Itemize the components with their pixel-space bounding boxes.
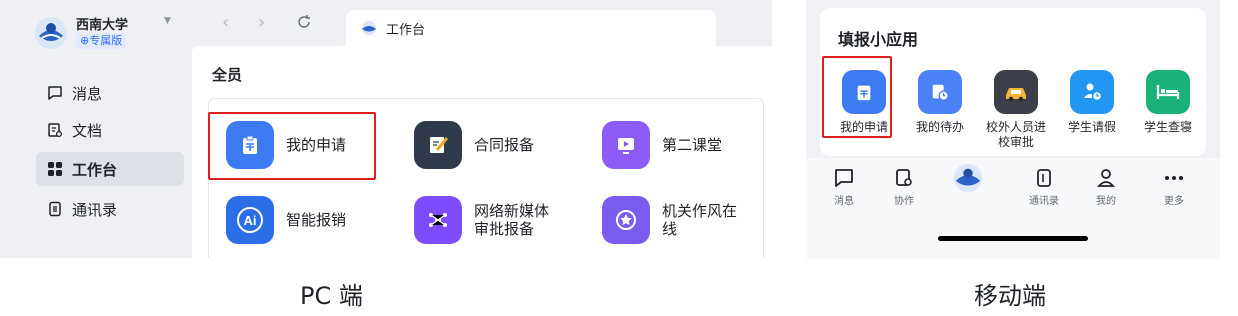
sidebar-item-messages[interactable]: 消息 [36, 76, 184, 110]
highlight-box [208, 112, 376, 180]
message-icon [46, 84, 64, 102]
sidebar-item-label: 文档 [72, 121, 103, 140]
m-tab-label: 更多 [1164, 196, 1184, 207]
person-icon [1076, 166, 1136, 190]
doc-icon [46, 121, 64, 139]
todo-clock-icon [918, 70, 962, 114]
contacts-icon [46, 200, 64, 218]
m-tab-contacts[interactable]: 通讯录 [1014, 166, 1074, 207]
app-label: 网络新媒体 审批报备 [474, 202, 549, 238]
sidebar-item-label: 通讯录 [72, 200, 118, 219]
highlight-box [822, 56, 892, 138]
m-tab-messages[interactable]: 消息 [814, 166, 874, 207]
app-label: 校外人员进 校审批 [978, 120, 1054, 150]
app-label-line: 线 [662, 220, 678, 238]
bed-icon [1146, 70, 1190, 114]
m-app-visitor-approval[interactable]: 校外人员进 校审批 [978, 70, 1054, 150]
m-tab-home[interactable] [938, 162, 998, 194]
sidebar-item-label: 工作台 [72, 160, 118, 179]
refresh-icon[interactable] [296, 14, 312, 34]
star-badge-icon [602, 196, 650, 244]
sidebar-item-label: 消息 [72, 84, 103, 103]
network-icon [414, 196, 462, 244]
org-logo-icon [35, 17, 67, 49]
logo-icon [938, 162, 998, 194]
app-label-line: 机关作风在 [662, 202, 738, 220]
app-second-classroom[interactable]: 第二课堂 [602, 121, 722, 169]
app-label: 学生查寝 [1143, 120, 1192, 134]
app-label: 我的待办 [915, 120, 964, 134]
m-tab-more[interactable]: 更多 [1144, 166, 1204, 207]
m-tab-me[interactable]: 我的 [1076, 166, 1136, 207]
pc-window: 西南大学 ⊕专属版 ▼ 消息 文档 工作台 通讯录 ‹ › 工作台 全员 我的申… [0, 0, 772, 258]
home-indicator [938, 236, 1088, 241]
m-app-dorm-check[interactable]: 学生查寝 [1130, 70, 1206, 135]
mobile-tab-bar: 消息 协作 通讯录 我的 更多 [806, 158, 1220, 258]
app-label-line: 审批报备 [474, 220, 535, 238]
m-app-my-todo[interactable]: 我的待办 [902, 70, 978, 135]
message-icon [814, 166, 874, 190]
m-tab-label: 消息 [834, 196, 854, 207]
org-name: 西南大学 [76, 18, 129, 33]
grid-icon [46, 160, 64, 178]
org-logo-icon [362, 21, 376, 35]
sidebar-item-docs[interactable]: 文档 [36, 113, 184, 147]
m-tab-label: 协作 [894, 196, 914, 207]
card-title: 填报小应用 [838, 30, 919, 49]
more-icon [1144, 166, 1204, 190]
sidebar: 西南大学 ⊕专属版 ▼ 消息 文档 工作台 通讯录 [0, 0, 192, 258]
app-label-line: 校外人员进 [985, 120, 1046, 134]
pen-icon [414, 121, 462, 169]
caption-pc: PC 端 [300, 282, 363, 310]
app-new-media-approval[interactable]: 网络新媒体 审批报备 [414, 196, 549, 244]
section-title: 全员 [212, 66, 243, 84]
app-label: 合同报备 [474, 136, 535, 154]
m-tab-label: 我的 [1096, 196, 1116, 207]
svg-text:Ai: Ai [244, 213, 257, 228]
person-clock-icon [1070, 70, 1114, 114]
sidebar-item-contacts[interactable]: 通讯录 [36, 192, 184, 226]
collab-icon [874, 166, 934, 190]
back-arrow-icon[interactable]: ‹ [222, 12, 229, 33]
app-label: 机关作风在 线 [662, 202, 737, 238]
sidebar-item-workbench[interactable]: 工作台 [36, 152, 184, 186]
chevron-down-icon: ▼ [164, 16, 171, 26]
app-conduct-online[interactable]: 机关作风在 线 [602, 196, 737, 244]
org-badge: ⊕专属版 [76, 33, 127, 49]
app-label-line: 网络新媒体 [474, 202, 550, 220]
app-contract-filing[interactable]: 合同报备 [414, 121, 534, 169]
org-switcher[interactable]: 西南大学 ⊕专属版 ▼ [34, 14, 184, 54]
app-smart-reimbursement[interactable]: Ai 智能报销 [226, 196, 346, 244]
forward-arrow-icon[interactable]: › [258, 12, 265, 33]
screen-play-icon [602, 121, 650, 169]
m-app-student-leave[interactable]: 学生请假 [1054, 70, 1130, 135]
car-icon [994, 70, 1038, 114]
ai-icon: Ai [226, 196, 274, 244]
m-tab-collab[interactable]: 协作 [874, 166, 934, 207]
tab-bar: ‹ › 工作台 [192, 0, 772, 46]
tab-workbench[interactable]: 工作台 [346, 10, 716, 46]
app-label: 学生请假 [1067, 120, 1116, 134]
m-tab-label: 通讯录 [1029, 196, 1059, 207]
tab-label: 工作台 [386, 22, 426, 38]
app-label-line: 校审批 [997, 135, 1034, 149]
app-label: 智能报销 [286, 211, 347, 229]
app-label: 第二课堂 [662, 136, 723, 154]
contacts-icon [1014, 166, 1074, 190]
caption-mobile: 移动端 [974, 282, 1046, 310]
